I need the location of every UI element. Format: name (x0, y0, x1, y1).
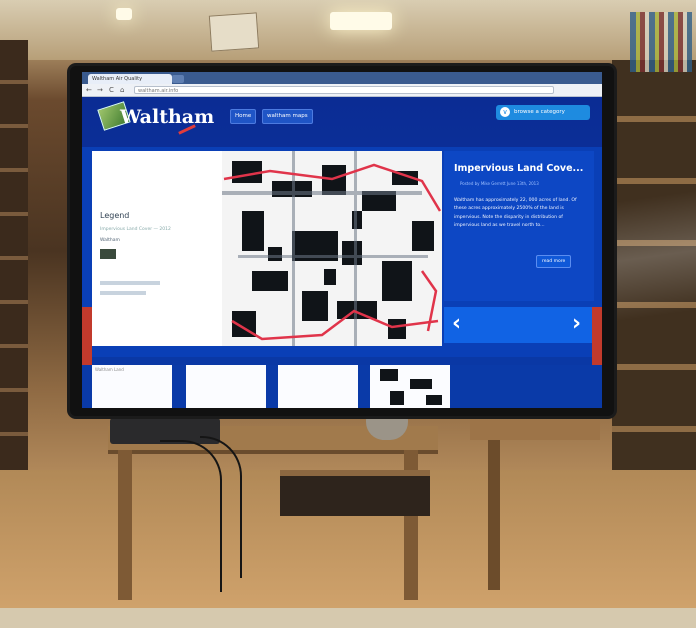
main-content: Legend Impervious Land Cover — 2012 Walt… (82, 147, 602, 357)
map-thumbnail[interactable] (370, 365, 450, 408)
new-tab-button[interactable] (172, 75, 184, 83)
map-thumbnail[interactable] (186, 365, 266, 408)
browse-category-label: browse a category (514, 109, 565, 115)
site-logo[interactable]: Waltham (120, 106, 214, 128)
thumbnail-map-graphic (380, 369, 442, 405)
legend-swatch (100, 249, 116, 259)
table-lower-shelf (280, 470, 430, 516)
hanging-sign (208, 12, 260, 52)
read-more-button[interactable]: read more (536, 255, 572, 268)
featured-story-panel: Impervious Land Cove... Posted by Mike G… (444, 151, 594, 301)
legend-panel: Legend Impervious Land Cover — 2012 Walt… (92, 151, 222, 346)
chevron-right-icon[interactable]: › (572, 311, 581, 337)
map-thumbnail[interactable] (278, 365, 358, 408)
power-cable (200, 436, 242, 578)
legend-placeholder-line (100, 291, 146, 295)
story-title[interactable]: Impervious Land Cove... (454, 163, 583, 174)
ceiling (0, 0, 696, 60)
window-frame (0, 608, 696, 628)
monitor-screen: Waltham Air Quality ← → C ⌂ waltham.air.… (82, 72, 602, 408)
legend-subtitle[interactable]: Impervious Land Cover — 2012 (100, 227, 171, 232)
address-bar[interactable]: waltham.air.info (134, 86, 554, 94)
home-icon[interactable]: ⌂ (120, 85, 124, 95)
thumbnail-caption: Waltham Land (95, 367, 124, 372)
table-leg (118, 450, 132, 600)
browser-toolbar: ← → C ⌂ waltham.air.info (82, 84, 602, 97)
book-spines (630, 12, 692, 72)
chevron-left-icon[interactable]: ‹ (452, 311, 461, 337)
legend-placeholder-line (100, 281, 160, 285)
back-icon[interactable]: ← (86, 85, 92, 95)
story-body: Waltham has approximately 22, 000 acres … (454, 198, 577, 229)
slider-controls: ‹ › (444, 307, 594, 343)
chevron-down-icon: ∨ (500, 107, 510, 117)
side-table (470, 420, 600, 440)
story-meta: Posted by Mike Gerrett June 13th, 2013 (460, 181, 539, 186)
side-table-leg (488, 440, 500, 590)
browse-category-button[interactable]: ∨ browse a category (496, 105, 590, 120)
thumbnail-strip: Waltham Land (82, 365, 602, 408)
site-header: Waltham Home waltham maps ∨ browse a cate… (82, 97, 602, 143)
nav-home-button[interactable]: Home (230, 109, 257, 124)
map-thumbnail[interactable]: Waltham Land (92, 365, 172, 408)
ceiling-light (330, 12, 392, 30)
legend-title: Legend (100, 211, 130, 220)
browser-tab-bar: Waltham Air Quality (82, 72, 602, 84)
nav-maps-button[interactable]: waltham maps (262, 109, 313, 124)
waltham-website: Waltham Home waltham maps ∨ browse a cate… (82, 97, 602, 408)
reload-icon[interactable]: C (109, 85, 114, 95)
browser-tab[interactable]: Waltham Air Quality (88, 74, 172, 84)
ceiling-light-small (116, 8, 132, 20)
display-monitor: Waltham Air Quality ← → C ⌂ waltham.air.… (70, 66, 614, 416)
legend-layer-label: Waltham (100, 238, 120, 243)
forward-icon[interactable]: → (97, 85, 103, 95)
